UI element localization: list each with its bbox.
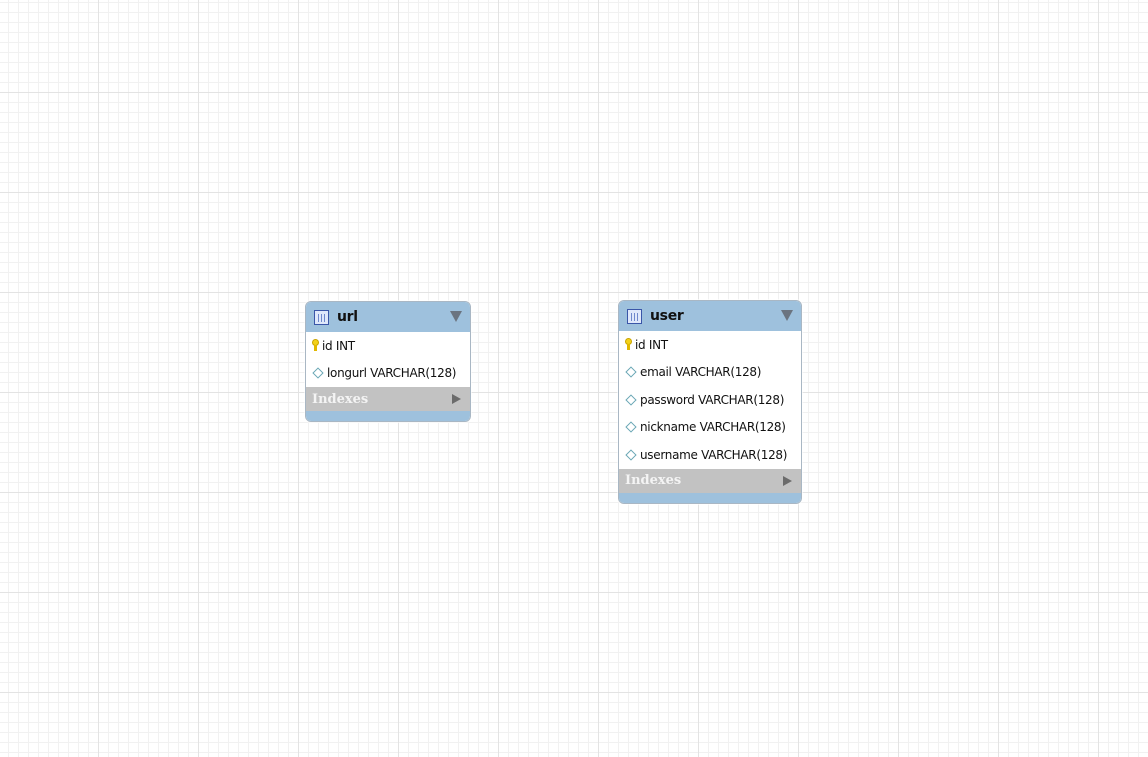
column-label: longurl VARCHAR(128) (327, 366, 457, 381)
collapse-triangle-icon[interactable] (781, 310, 793, 321)
column-row[interactable]: id INT (306, 332, 470, 360)
indexes-label: Indexes (312, 391, 369, 407)
column-label: id INT (322, 338, 355, 353)
column-row[interactable]: nickname VARCHAR(128) (619, 414, 801, 442)
table-title: user (650, 308, 684, 324)
expand-arrow-icon[interactable] (452, 394, 461, 404)
column-row[interactable]: longurl VARCHAR(128) (306, 360, 470, 388)
column-label: email VARCHAR(128) (640, 365, 762, 380)
table-user[interactable]: user id INT email VARCHAR(128) password … (618, 300, 802, 504)
indexes-label: Indexes (625, 473, 682, 488)
primary-key-icon (312, 339, 319, 352)
indexes-section[interactable]: Indexes (619, 468, 801, 493)
table-footer (306, 411, 470, 421)
indexes-section[interactable]: Indexes (306, 387, 470, 411)
table-footer (619, 492, 801, 503)
column-diamond-icon (312, 367, 324, 379)
column-row[interactable]: password VARCHAR(128) (619, 386, 801, 414)
table-header-user[interactable]: user (619, 301, 801, 331)
column-label: password VARCHAR(128) (640, 392, 785, 407)
column-label: username VARCHAR(128) (640, 447, 788, 462)
table-icon (627, 308, 642, 324)
column-row[interactable]: email VARCHAR(128) (619, 359, 801, 387)
collapse-triangle-icon[interactable] (450, 311, 462, 322)
table-header-url[interactable]: url (306, 302, 470, 332)
table-url[interactable]: url id INT longurl VARCHAR(128) Indexes (305, 301, 471, 422)
column-label: nickname VARCHAR(128) (640, 420, 786, 435)
column-row[interactable]: username VARCHAR(128) (619, 441, 801, 469)
column-label: id INT (635, 337, 668, 352)
column-diamond-icon (625, 449, 637, 461)
table-icon (314, 309, 329, 325)
column-row[interactable]: id INT (619, 331, 801, 359)
expand-arrow-icon[interactable] (783, 475, 792, 486)
table-title: url (337, 309, 358, 325)
column-diamond-icon (625, 366, 637, 378)
primary-key-icon (625, 338, 632, 351)
column-diamond-icon (625, 421, 637, 433)
column-diamond-icon (625, 394, 637, 406)
